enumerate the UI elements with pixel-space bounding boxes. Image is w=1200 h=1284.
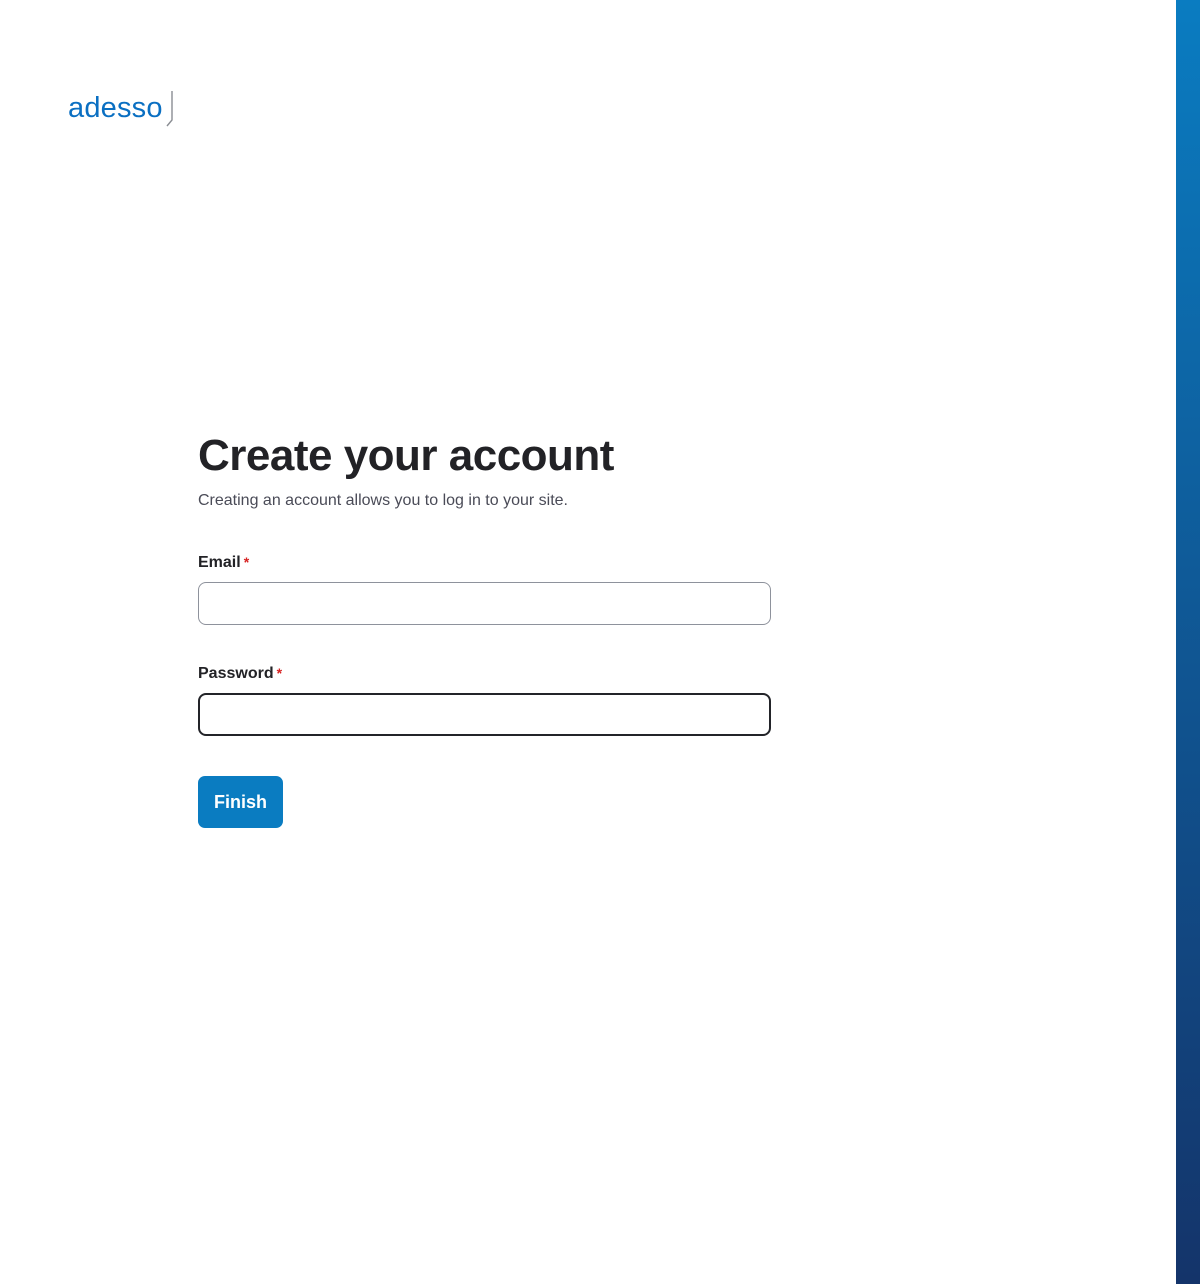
password-field-group: Password * [198, 663, 772, 736]
main-panel: adesso Create your account Creating an a… [0, 0, 1176, 1284]
password-label-row: Password * [198, 663, 772, 685]
brand-logo: adesso [68, 88, 176, 132]
finish-button[interactable]: Finish [198, 776, 283, 828]
email-label-row: Email * [198, 552, 772, 574]
password-label: Password [198, 665, 274, 682]
email-label: Email [198, 554, 241, 571]
password-input[interactable] [198, 693, 771, 736]
bracket-mark-icon [166, 91, 173, 127]
page-subtitle: Creating an account allows you to log in… [198, 492, 568, 509]
side-gradient-band [1176, 0, 1200, 1284]
email-field-group: Email * [198, 552, 772, 625]
logo-text: adesso [68, 92, 163, 124]
page-title: Create your account [198, 431, 614, 480]
signup-form: Create your account Creating an account … [198, 430, 772, 828]
required-marker: * [243, 554, 250, 570]
required-marker: * [276, 665, 283, 681]
email-input[interactable] [198, 582, 771, 625]
